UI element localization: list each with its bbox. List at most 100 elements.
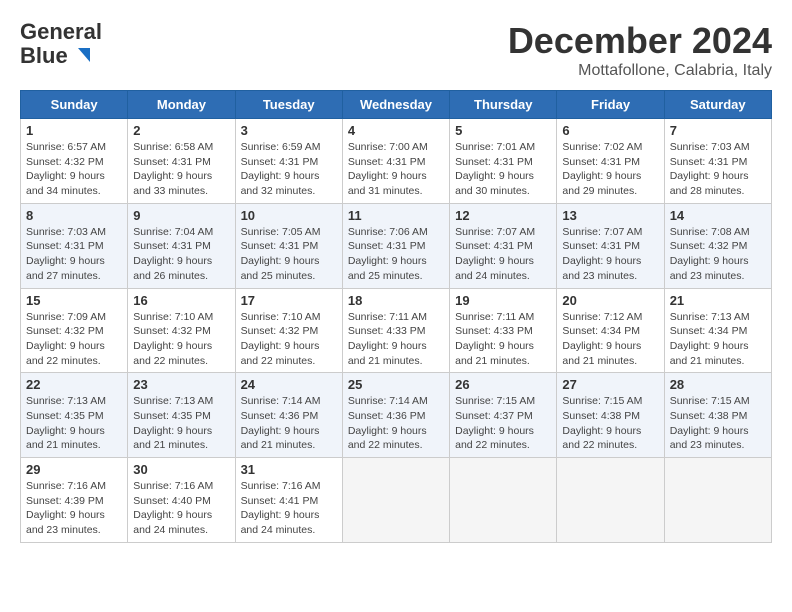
day-number: 8 [26,208,122,223]
day-number: 23 [133,377,229,392]
day-number: 16 [133,293,229,308]
day-number: 14 [670,208,766,223]
day-number: 5 [455,123,551,138]
day-number: 12 [455,208,551,223]
calendar-cell [450,458,557,543]
calendar-cell: 18Sunrise: 7:11 AM Sunset: 4:33 PM Dayli… [342,288,449,373]
calendar-cell: 9Sunrise: 7:04 AM Sunset: 4:31 PM Daylig… [128,203,235,288]
page-title: December 2024 [508,20,772,62]
day-info: Sunrise: 7:10 AM Sunset: 4:32 PM Dayligh… [133,310,229,369]
day-number: 24 [241,377,337,392]
day-info: Sunrise: 7:11 AM Sunset: 4:33 PM Dayligh… [348,310,444,369]
calendar-week-row: 29 Sunrise: 7:16 AM Sunset: 4:39 PM Dayli… [21,458,772,543]
calendar-cell: 6 Sunrise: 7:02 AM Sunset: 4:31 PM Daylig… [557,119,664,204]
day-number: 10 [241,208,337,223]
calendar-header-wednesday: Wednesday [342,91,449,119]
calendar-cell: 21 Sunrise: 7:13 AM Sunset: 4:34 PM Dayli… [664,288,771,373]
calendar-week-row: 8Sunrise: 7:03 AM Sunset: 4:31 PM Daylig… [21,203,772,288]
calendar-cell: 19 Sunrise: 7:11 AM Sunset: 4:33 PM Dayli… [450,288,557,373]
day-info: Sunrise: 7:14 AM Sunset: 4:36 PM Dayligh… [348,394,444,453]
day-info: Sunrise: 7:05 AM Sunset: 4:31 PM Dayligh… [241,225,337,284]
day-number: 26 [455,377,551,392]
day-info: Sunrise: 7:03 AM Sunset: 4:31 PM Dayligh… [670,140,766,199]
calendar-cell: 4 Sunrise: 7:00 AM Sunset: 4:31 PM Daylig… [342,119,449,204]
day-number: 11 [348,208,444,223]
calendar-cell: 2Sunrise: 6:58 AM Sunset: 4:31 PM Daylig… [128,119,235,204]
calendar-week-row: 15 Sunrise: 7:09 AM Sunset: 4:32 PM Dayli… [21,288,772,373]
day-number: 19 [455,293,551,308]
calendar-header-friday: Friday [557,91,664,119]
calendar-week-row: 22 Sunrise: 7:13 AM Sunset: 4:35 PM Dayli… [21,373,772,458]
day-info: Sunrise: 7:13 AM Sunset: 4:34 PM Dayligh… [670,310,766,369]
day-number: 1 [26,123,122,138]
day-number: 29 [26,462,122,477]
day-number: 2 [133,123,229,138]
calendar-cell: 5 Sunrise: 7:01 AM Sunset: 4:31 PM Daylig… [450,119,557,204]
calendar-cell: 15 Sunrise: 7:09 AM Sunset: 4:32 PM Dayli… [21,288,128,373]
calendar-cell: 14Sunrise: 7:08 AM Sunset: 4:32 PM Dayli… [664,203,771,288]
day-info: Sunrise: 7:13 AM Sunset: 4:35 PM Dayligh… [26,394,122,453]
day-number: 28 [670,377,766,392]
day-info: Sunrise: 7:15 AM Sunset: 4:38 PM Dayligh… [562,394,658,453]
calendar-cell [557,458,664,543]
day-number: 6 [562,123,658,138]
day-number: 7 [670,123,766,138]
calendar-cell: 20Sunrise: 7:12 AM Sunset: 4:34 PM Dayli… [557,288,664,373]
day-info: Sunrise: 7:00 AM Sunset: 4:31 PM Dayligh… [348,140,444,199]
day-info: Sunrise: 7:11 AM Sunset: 4:33 PM Dayligh… [455,310,551,369]
day-info: Sunrise: 7:13 AM Sunset: 4:35 PM Dayligh… [133,394,229,453]
day-info: Sunrise: 7:07 AM Sunset: 4:31 PM Dayligh… [455,225,551,284]
calendar-cell: 22 Sunrise: 7:13 AM Sunset: 4:35 PM Dayli… [21,373,128,458]
calendar-cell: 24 Sunrise: 7:14 AM Sunset: 4:36 PM Dayli… [235,373,342,458]
calendar-cell: 29 Sunrise: 7:16 AM Sunset: 4:39 PM Dayli… [21,458,128,543]
logo-blue: Blue [20,44,68,68]
calendar-cell: 25 Sunrise: 7:14 AM Sunset: 4:36 PM Dayli… [342,373,449,458]
page-subtitle: Mottafollone, Calabria, Italy [508,62,772,80]
day-info: Sunrise: 6:59 AM Sunset: 4:31 PM Dayligh… [241,140,337,199]
day-info: Sunrise: 7:14 AM Sunset: 4:36 PM Dayligh… [241,394,337,453]
day-info: Sunrise: 7:07 AM Sunset: 4:31 PM Dayligh… [562,225,658,284]
day-info: Sunrise: 7:10 AM Sunset: 4:32 PM Dayligh… [241,310,337,369]
calendar-header-saturday: Saturday [664,91,771,119]
calendar-cell: 1Sunrise: 6:57 AM Sunset: 4:32 PM Daylig… [21,119,128,204]
day-info: Sunrise: 7:12 AM Sunset: 4:34 PM Dayligh… [562,310,658,369]
day-number: 15 [26,293,122,308]
calendar-cell: 11 Sunrise: 7:06 AM Sunset: 4:31 PM Dayli… [342,203,449,288]
calendar-header-tuesday: Tuesday [235,91,342,119]
logo-general: General [20,20,102,44]
calendar-cell: 7 Sunrise: 7:03 AM Sunset: 4:31 PM Daylig… [664,119,771,204]
calendar-header-monday: Monday [128,91,235,119]
calendar-cell: 23 Sunrise: 7:13 AM Sunset: 4:35 PM Dayli… [128,373,235,458]
calendar-cell: 12 Sunrise: 7:07 AM Sunset: 4:31 PM Dayli… [450,203,557,288]
day-number: 17 [241,293,337,308]
calendar-header-thursday: Thursday [450,91,557,119]
logo-icon [70,46,90,66]
calendar-cell: 30Sunrise: 7:16 AM Sunset: 4:40 PM Dayli… [128,458,235,543]
day-info: Sunrise: 7:01 AM Sunset: 4:31 PM Dayligh… [455,140,551,199]
calendar-cell [664,458,771,543]
calendar-header-row: SundayMondayTuesdayWednesdayThursdayFrid… [21,91,772,119]
logo: General Blue [20,20,102,68]
day-info: Sunrise: 7:16 AM Sunset: 4:39 PM Dayligh… [26,479,122,538]
calendar-header-sunday: Sunday [21,91,128,119]
day-number: 21 [670,293,766,308]
day-number: 25 [348,377,444,392]
day-info: Sunrise: 7:16 AM Sunset: 4:40 PM Dayligh… [133,479,229,538]
calendar-cell: 17 Sunrise: 7:10 AM Sunset: 4:32 PM Dayli… [235,288,342,373]
page-header: General Blue December 2024 Mottafollone,… [20,20,772,80]
calendar-cell [342,458,449,543]
calendar-cell: 10 Sunrise: 7:05 AM Sunset: 4:31 PM Dayli… [235,203,342,288]
day-number: 4 [348,123,444,138]
day-number: 22 [26,377,122,392]
day-number: 9 [133,208,229,223]
day-number: 27 [562,377,658,392]
day-number: 31 [241,462,337,477]
calendar-cell: 3Sunrise: 6:59 AM Sunset: 4:31 PM Daylig… [235,119,342,204]
day-info: Sunrise: 7:02 AM Sunset: 4:31 PM Dayligh… [562,140,658,199]
title-area: December 2024 Mottafollone, Calabria, It… [508,20,772,80]
day-info: Sunrise: 7:06 AM Sunset: 4:31 PM Dayligh… [348,225,444,284]
calendar-cell: 16 Sunrise: 7:10 AM Sunset: 4:32 PM Dayli… [128,288,235,373]
day-info: Sunrise: 7:09 AM Sunset: 4:32 PM Dayligh… [26,310,122,369]
calendar-table: SundayMondayTuesdayWednesdayThursdayFrid… [20,90,772,543]
calendar-week-row: 1Sunrise: 6:57 AM Sunset: 4:32 PM Daylig… [21,119,772,204]
